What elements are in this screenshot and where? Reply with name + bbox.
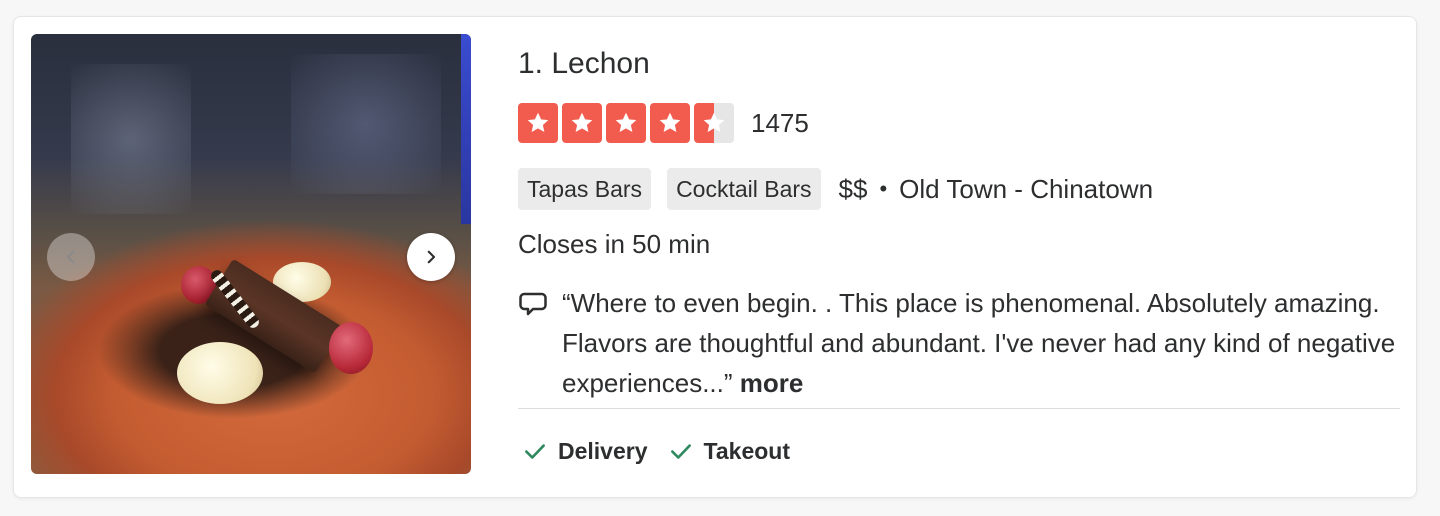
review-count[interactable]: 1475 xyxy=(751,108,809,139)
business-title[interactable]: 1. Lechon xyxy=(518,47,650,81)
neighborhood: Old Town - Chinatown xyxy=(899,173,1154,204)
chevron-right-icon xyxy=(427,250,436,264)
photo-bokeh xyxy=(71,64,191,214)
amenity-label: Delivery xyxy=(558,437,648,464)
snippet-text: “Where to even begin. . This place is ph… xyxy=(562,283,1402,403)
category-tag[interactable]: Cocktail Bars xyxy=(667,168,821,210)
photo-light xyxy=(461,34,471,224)
amenity-takeout: Takeout xyxy=(664,438,790,465)
photo-bokeh xyxy=(291,54,441,194)
rating-row: 1475 xyxy=(518,103,809,143)
amenities-row: Delivery Takeout xyxy=(518,431,806,471)
snippet-quote: “Where to even begin. . This place is ph… xyxy=(562,288,1396,398)
photo-cream xyxy=(177,342,263,404)
category-row: Tapas Bars Cocktail Bars $$ • Old Town -… xyxy=(518,168,1153,210)
business-card: 1. Lechon 1475 Tapas Bars Cocktail Bars … xyxy=(13,16,1417,498)
speech-bubble-icon xyxy=(519,292,547,316)
checkmark-icon xyxy=(525,444,545,459)
star-rating xyxy=(518,103,734,143)
star-icon xyxy=(650,103,690,143)
amenity-delivery: Delivery xyxy=(518,438,648,465)
hours-status: Closes in 50 min xyxy=(518,229,711,259)
amenity-label: Takeout xyxy=(703,437,790,464)
review-snippet: “Where to even begin. . This place is ph… xyxy=(518,283,1402,403)
star-icon xyxy=(518,103,558,143)
star-icon xyxy=(694,103,734,143)
price-range: $$ xyxy=(838,173,868,204)
business-photo[interactable] xyxy=(31,34,471,474)
divider xyxy=(518,408,1400,409)
star-icon xyxy=(562,103,602,143)
business-info: 1. Lechon 1475 Tapas Bars Cocktail Bars … xyxy=(518,17,1402,499)
category-tag[interactable]: Tapas Bars xyxy=(518,168,652,210)
chevron-left-icon xyxy=(67,250,75,264)
more-link[interactable]: more xyxy=(740,368,804,398)
checkmark-icon xyxy=(670,444,691,459)
photo-next-button[interactable] xyxy=(407,233,455,281)
photo-raspberry xyxy=(329,322,373,374)
separator-dot: • xyxy=(879,176,888,201)
photo-prev-button[interactable] xyxy=(47,233,95,281)
star-icon xyxy=(606,103,646,143)
